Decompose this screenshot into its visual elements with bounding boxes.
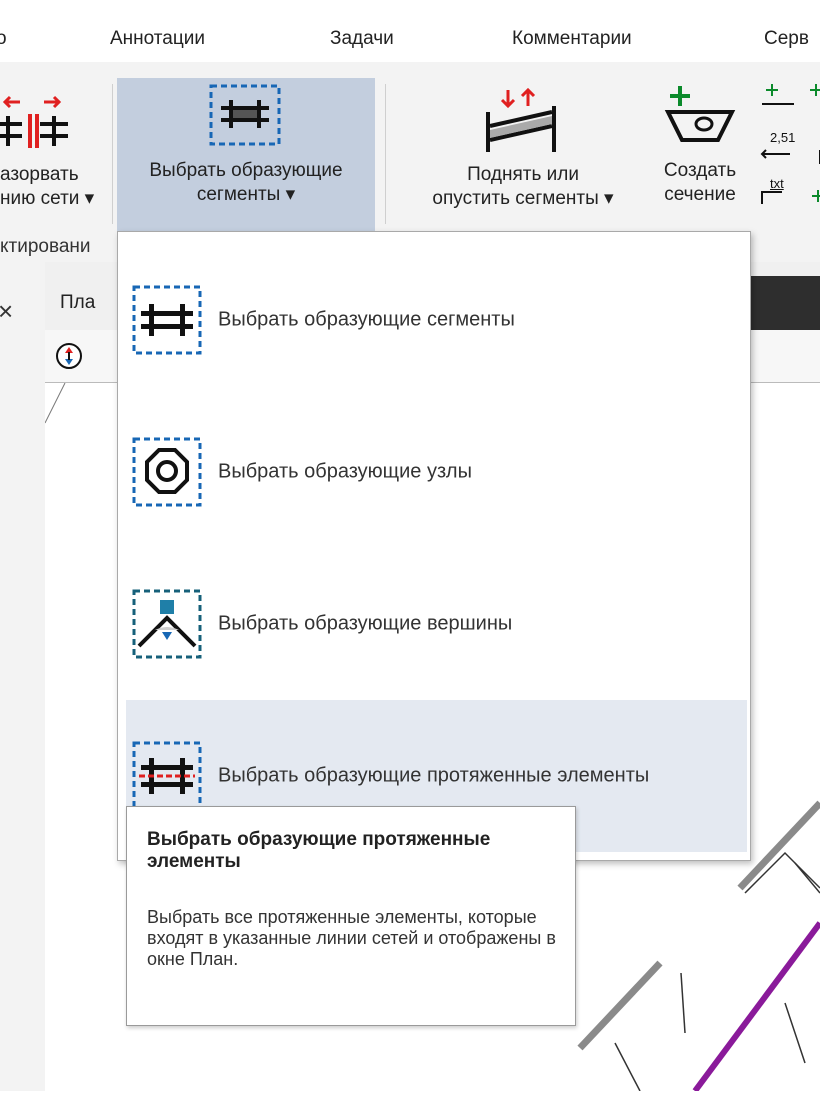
- menu-item-select-segments[interactable]: Выбрать образующие сегменты: [126, 244, 747, 396]
- menu-item-label: Выбрать образующие протяженные элементы: [218, 764, 650, 787]
- create-section-button[interactable]: Создать сечение: [650, 84, 750, 224]
- elevation-icon[interactable]: [55, 342, 83, 370]
- select-forming-dropdown-menu: Выбрать образующие сегменты Выбрать обра…: [117, 231, 751, 861]
- menu-item-select-vertices[interactable]: Выбрать образующие вершины: [126, 548, 747, 700]
- raise-lower-icon: [486, 88, 556, 152]
- menu-item-label: Выбрать образующие сегменты: [218, 308, 515, 331]
- select-nodes-icon: [132, 437, 202, 507]
- tooltip: Выбрать образующие протяженные элементы …: [126, 806, 576, 1026]
- break-network-line-label-1: азорвать: [0, 164, 79, 185]
- raise-lower-label-2: опустить сегменты ▾: [432, 188, 614, 209]
- select-forming-segments-button[interactable]: Выбрать образующие сегменты ▾: [117, 78, 375, 236]
- menu-bar: о Аннотации Задачи Комментарии Серв: [0, 0, 820, 62]
- select-vertices-icon: [132, 589, 202, 659]
- raise-lower-label-1: Поднять или: [467, 164, 579, 185]
- create-section-label-2: сечение: [664, 184, 736, 205]
- close-icon[interactable]: ×: [0, 296, 13, 327]
- small-label-txt: txt: [770, 176, 784, 191]
- menu-item-comments[interactable]: Комментарии: [512, 28, 632, 50]
- select-linear-elements-icon: [132, 741, 202, 811]
- menu-item-label: Выбрать образующие узлы: [218, 460, 472, 483]
- menu-item-annotations[interactable]: Аннотации: [110, 28, 205, 50]
- small-label-dimension: 2,51: [770, 130, 796, 145]
- ribbon-separator: [112, 84, 113, 224]
- menu-item-tasks[interactable]: Задачи: [330, 28, 394, 50]
- tab-bar-dark-strip: [740, 276, 820, 330]
- annotation-tools-icon: [760, 84, 820, 204]
- create-section-label-1: Создать: [663, 160, 737, 181]
- break-segment-icon: [0, 95, 68, 148]
- menu-item-partial-left[interactable]: о: [0, 28, 7, 50]
- tooltip-body: Выбрать все протяженные элементы, которы…: [147, 907, 556, 969]
- select-segments-icon: [209, 84, 281, 146]
- create-section-icon: [664, 86, 736, 142]
- menu-item-label: Выбрать образующие вершины: [218, 612, 513, 635]
- break-network-line-button[interactable]: азорвать нию сети ▾: [0, 84, 112, 224]
- tooltip-title: Выбрать образующие протяженные элементы: [147, 829, 491, 872]
- select-forming-segments-label-1: Выбрать образующие: [149, 160, 343, 181]
- left-panel: ×: [0, 262, 45, 1091]
- select-forming-segments-label-2: сегменты ▾: [196, 184, 296, 205]
- select-segments-icon: [132, 285, 202, 355]
- break-network-line-label-2: нию сети ▾: [0, 188, 95, 209]
- annotation-tools-group[interactable]: 2,51 txt: [754, 78, 820, 228]
- tab-plan[interactable]: Пла: [60, 292, 95, 314]
- menu-item-select-nodes[interactable]: Выбрать образующие узлы: [126, 396, 747, 548]
- menu-item-service[interactable]: Серв: [764, 28, 809, 50]
- ribbon-group-label: ктировани: [0, 236, 91, 257]
- raise-lower-segments-button[interactable]: Поднять или опустить сегменты ▾: [400, 84, 646, 224]
- ribbon-separator: [385, 84, 386, 224]
